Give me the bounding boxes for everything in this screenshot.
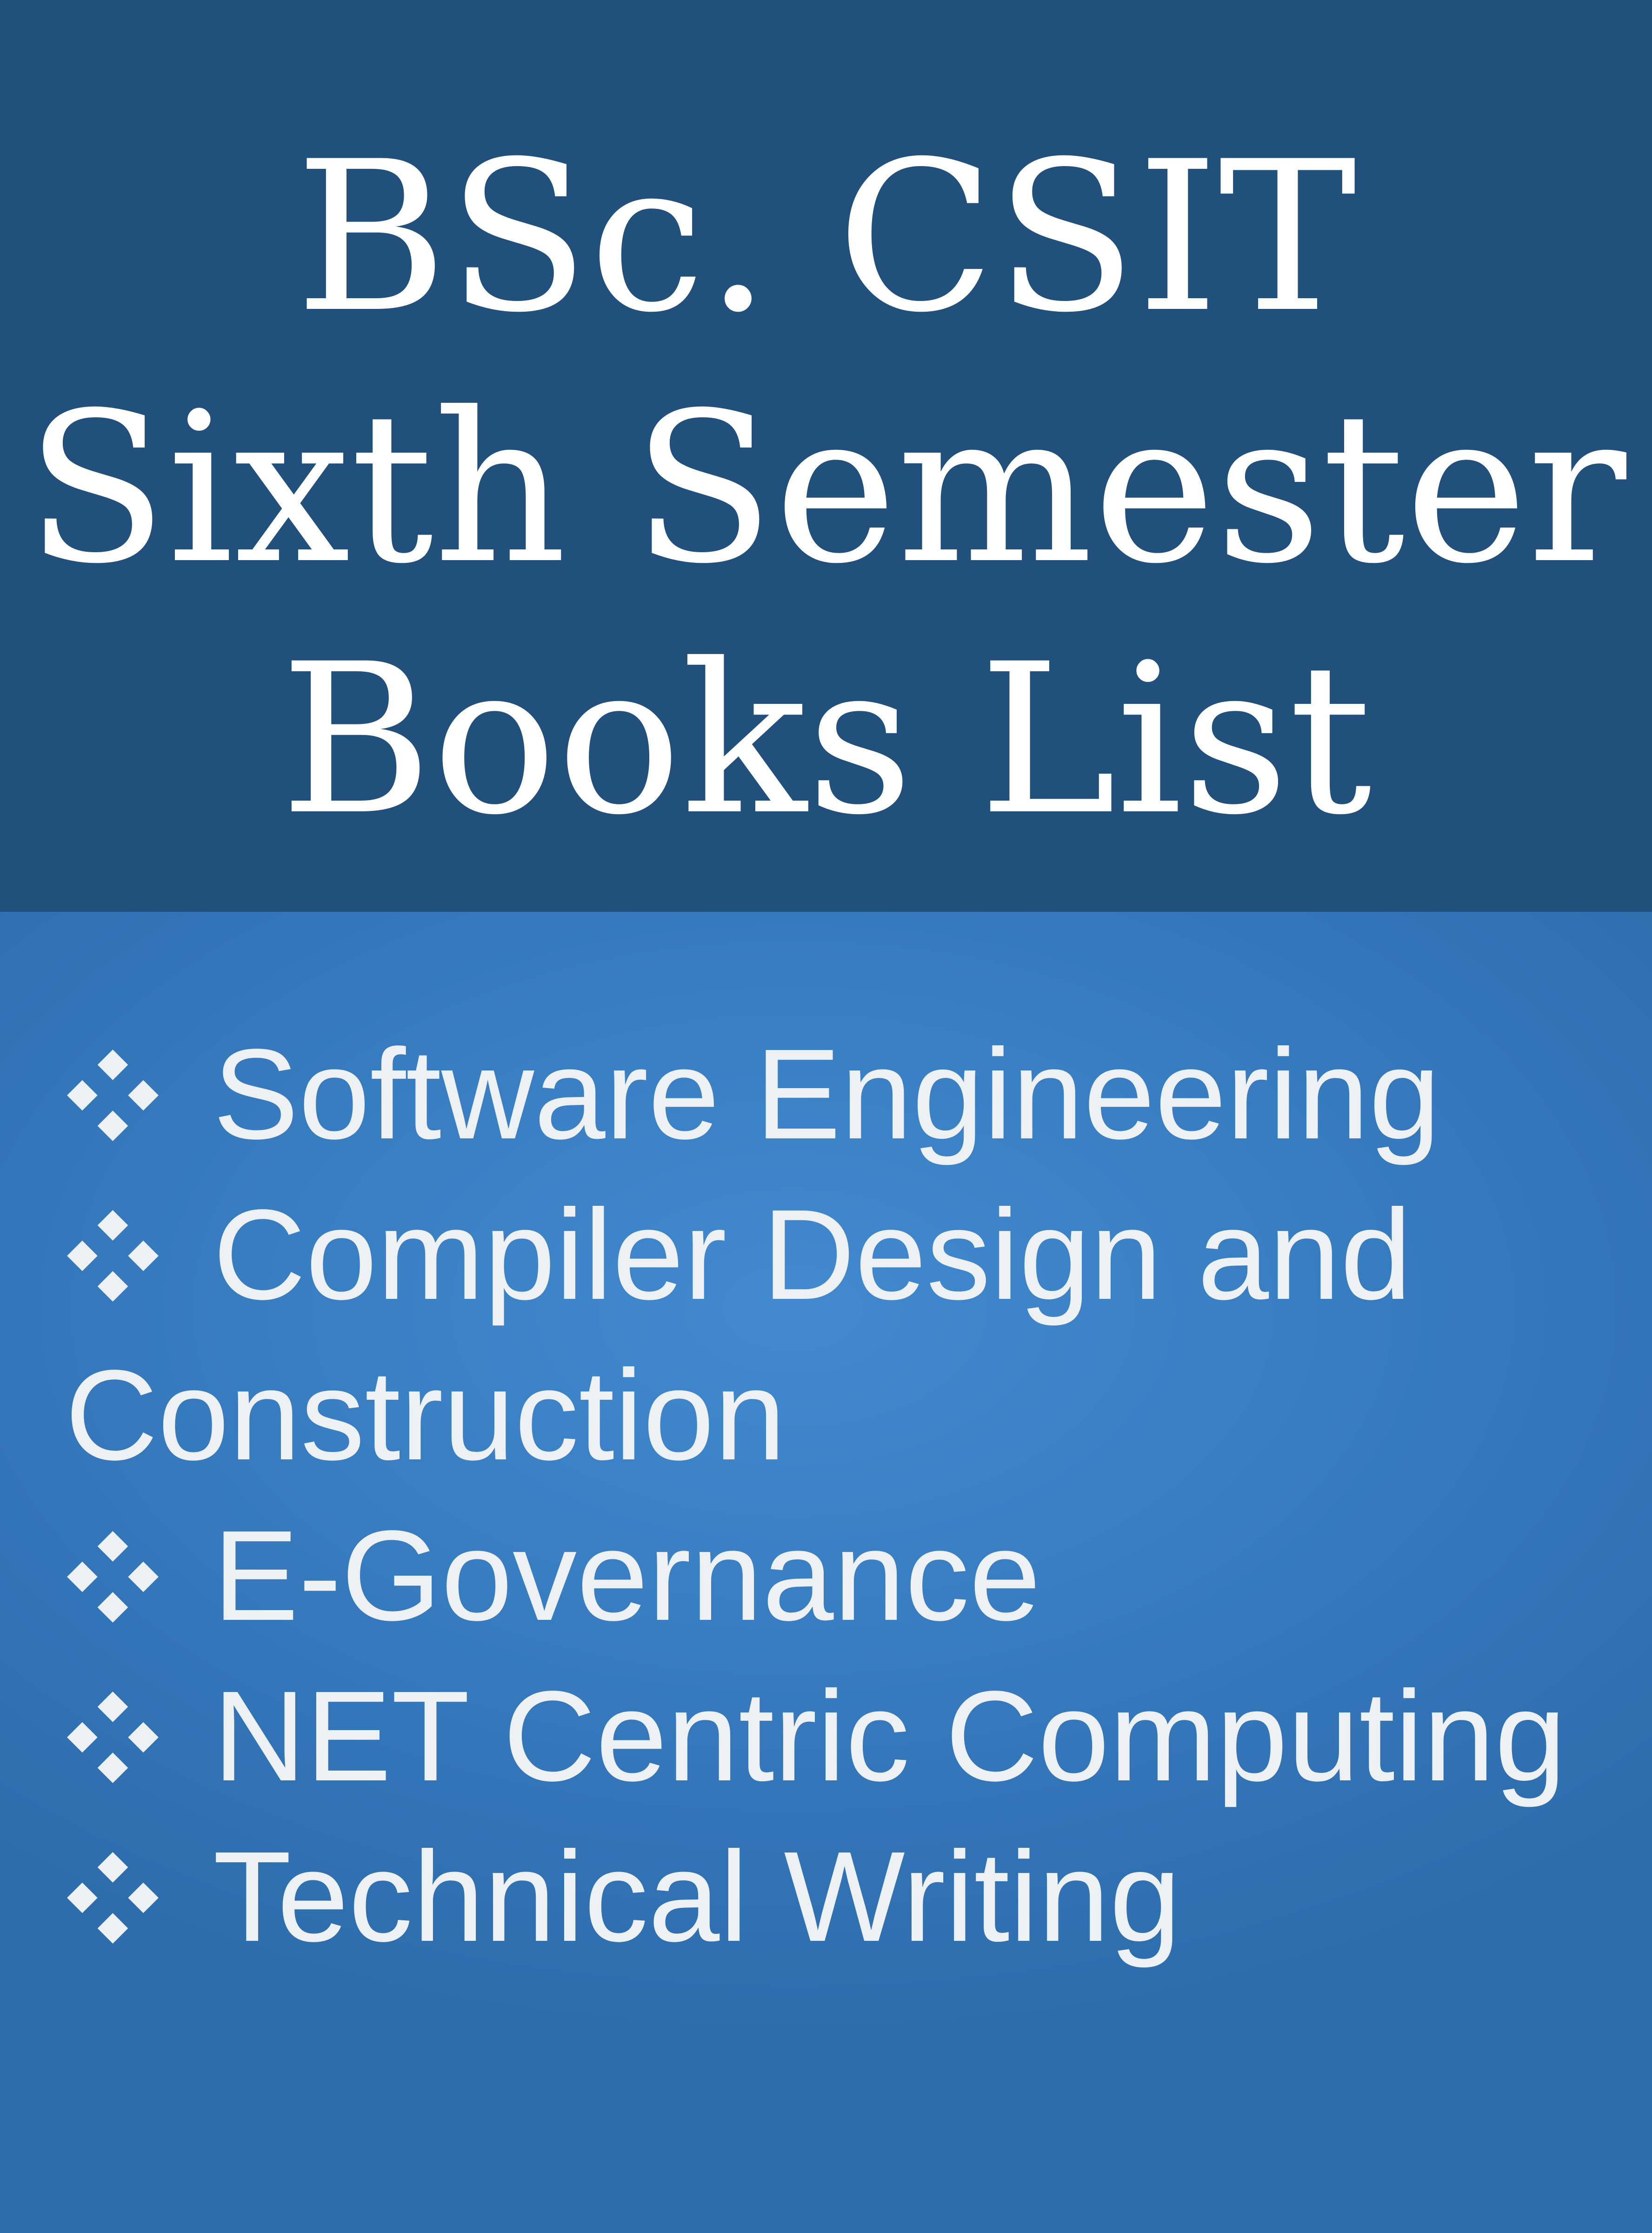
book-item-compiler-design: Compiler Design and Construction: [65, 1175, 1566, 1496]
title-line-1: BSc. CSIT: [295, 117, 1357, 358]
page-title: BSc. CSIT Sixth Semester Books List: [0, 112, 1652, 865]
book-list-panel: Software Engineering Compiler Design and…: [0, 912, 1652, 2233]
title-line-3: Books List: [280, 619, 1372, 860]
book-list: Software Engineering Compiler Design and…: [65, 1014, 1566, 1977]
diamond-bullet-icon: [65, 1529, 160, 1625]
book-item-software-engineering: Software Engineering: [65, 1014, 1566, 1175]
diamond-bullet-icon: [65, 1048, 160, 1143]
diamond-bullet-icon: [65, 1690, 160, 1785]
book-item-net-centric-computing: NET Centric Computing: [65, 1656, 1566, 1817]
diamond-bullet-icon: [65, 1850, 160, 1946]
book-item-technical-writing: Technical Writing: [65, 1817, 1566, 1977]
book-title: E-Governance: [213, 1504, 1041, 1647]
book-title: NET Centric Computing: [213, 1665, 1566, 1808]
title-line-2: Sixth Semester: [26, 368, 1626, 609]
book-title-continuation: Construction: [65, 1344, 786, 1487]
book-title: Software Engineering: [213, 1023, 1440, 1166]
book-title: Technical Writing: [213, 1825, 1181, 1968]
book-title: Compiler Design and: [213, 1183, 1412, 1326]
diamond-bullet-icon: [65, 1208, 160, 1304]
title-banner: BSc. CSIT Sixth Semester Books List: [0, 0, 1652, 912]
book-item-e-governance: E-Governance: [65, 1496, 1566, 1656]
